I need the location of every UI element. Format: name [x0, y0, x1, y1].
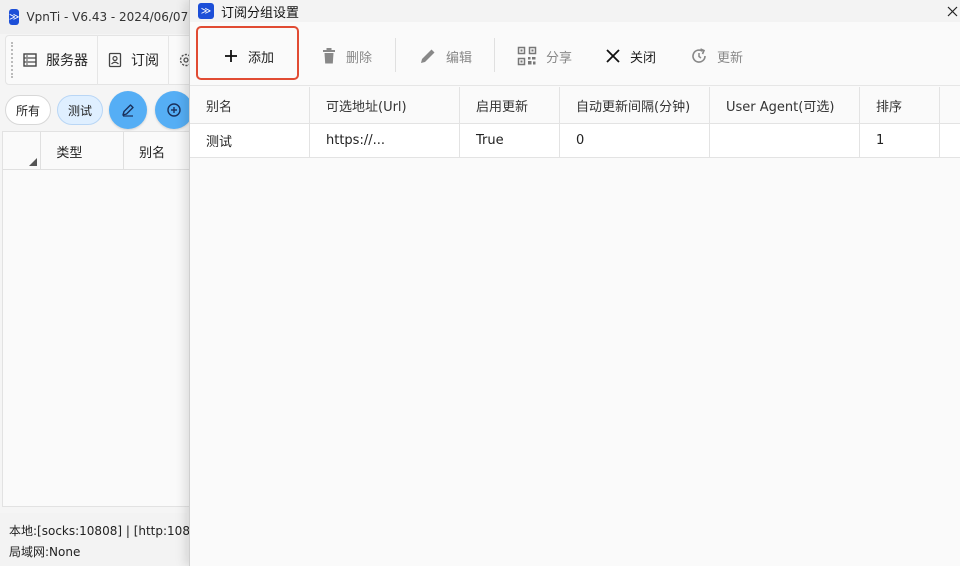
cell-interval: 0 — [560, 124, 710, 157]
delete-button[interactable]: 删除 — [321, 26, 372, 86]
server-icon — [23, 53, 37, 67]
grid-header-type[interactable]: 类型 — [41, 132, 125, 170]
dialog-close-button[interactable] — [943, 2, 960, 20]
dialog-titlebar: ≫ 订阅分组设置 — [190, 0, 960, 22]
add-round-button[interactable] — [155, 91, 194, 129]
update-button[interactable]: 更新 — [690, 26, 743, 86]
trash-icon — [323, 48, 335, 64]
cell-user-agent — [710, 124, 860, 157]
filter-all-button[interactable]: 所有 — [5, 95, 52, 125]
subscribe-label: 订阅 — [131, 53, 159, 69]
x-icon — [606, 49, 620, 63]
column-header-alias[interactable]: 别名 — [190, 87, 310, 123]
status-lan: 局域网:None — [9, 545, 81, 559]
toolbar-separator — [395, 38, 396, 72]
server-grid-header: 类型 别名 — [3, 132, 203, 170]
subscription-settings-dialog: ≫ 订阅分组设置 添加 删除 编辑 分享 关闭 更新 别名 可选地址(Url) … — [189, 0, 960, 566]
column-header-url[interactable]: 可选地址(Url) — [310, 87, 460, 123]
pencil-icon — [122, 104, 134, 117]
column-header-user-agent[interactable]: User Agent(可选) — [710, 87, 860, 123]
delete-label: 删除 — [346, 50, 373, 66]
plus-icon — [225, 50, 237, 62]
app-logo-icon: ≫ — [9, 9, 20, 25]
qrcode-icon — [517, 46, 537, 66]
toolbar-separator — [494, 38, 495, 72]
server-grid: 类型 别名 — [2, 131, 203, 507]
cell-sort: 1 — [860, 124, 940, 157]
plus-circle-icon — [167, 103, 181, 117]
share-button[interactable]: 分享 — [517, 26, 572, 86]
main-window-title: VpnTi - V6.43 - 2024/06/07 - 1 — [26, 10, 208, 24]
edit-button[interactable]: 编辑 — [419, 26, 472, 86]
cell-url: https://... — [310, 124, 460, 157]
column-header-filler — [940, 87, 960, 123]
servers-label: 服务器 — [46, 53, 88, 69]
column-header-interval[interactable]: 自动更新间隔(分钟) — [560, 87, 710, 123]
app-logo-icon: ≫ — [198, 3, 214, 19]
subscribe-button[interactable]: 订阅 — [98, 35, 169, 85]
main-toolbar: 服务器 订阅 — [5, 35, 205, 85]
subscribe-icon — [108, 52, 122, 68]
add-label: 添加 — [248, 50, 275, 66]
column-header-enabled[interactable]: 启用更新 — [460, 87, 560, 123]
subscription-grid-header: 别名 可选地址(Url) 启用更新 自动更新间隔(分钟) User Agent(… — [190, 87, 960, 124]
refresh-icon — [692, 48, 706, 63]
cell-enabled: True — [460, 124, 560, 157]
table-row[interactable]: 测试 https://... True 0 1 — [190, 124, 960, 158]
close-label: 关闭 — [630, 50, 657, 66]
edit-icon — [421, 49, 435, 63]
main-titlebar: ≫ VpnTi - V6.43 - 2024/06/07 - 1 — [0, 0, 208, 34]
close-button[interactable]: 关闭 — [605, 26, 656, 86]
edit-label: 编辑 — [446, 50, 473, 66]
add-button[interactable]: 添加 — [223, 26, 274, 86]
grid-select-all-corner[interactable] — [3, 132, 42, 170]
dialog-toolbar: 添加 删除 编辑 分享 关闭 更新 — [190, 26, 960, 86]
close-icon — [947, 6, 957, 16]
edit-round-button[interactable] — [109, 91, 148, 129]
filter-test-button[interactable]: 测试 — [57, 95, 104, 125]
cell-alias: 测试 — [190, 124, 310, 157]
update-label: 更新 — [717, 50, 744, 66]
servers-button[interactable]: 服务器 — [13, 35, 98, 85]
subscription-grid: 别名 可选地址(Url) 启用更新 自动更新间隔(分钟) User Agent(… — [190, 87, 960, 566]
share-label: 分享 — [546, 50, 573, 66]
cell-filler — [940, 124, 960, 157]
status-bar: 本地:[socks:10808] | [http:10809 局域网:None — [0, 513, 200, 566]
dialog-title: 订阅分组设置 — [221, 5, 300, 21]
column-header-sort[interactable]: 排序 — [860, 87, 940, 123]
status-local-ports: 本地:[socks:10808] | [http:10809 — [9, 524, 200, 538]
filter-row: 所有 测试 — [5, 91, 205, 129]
